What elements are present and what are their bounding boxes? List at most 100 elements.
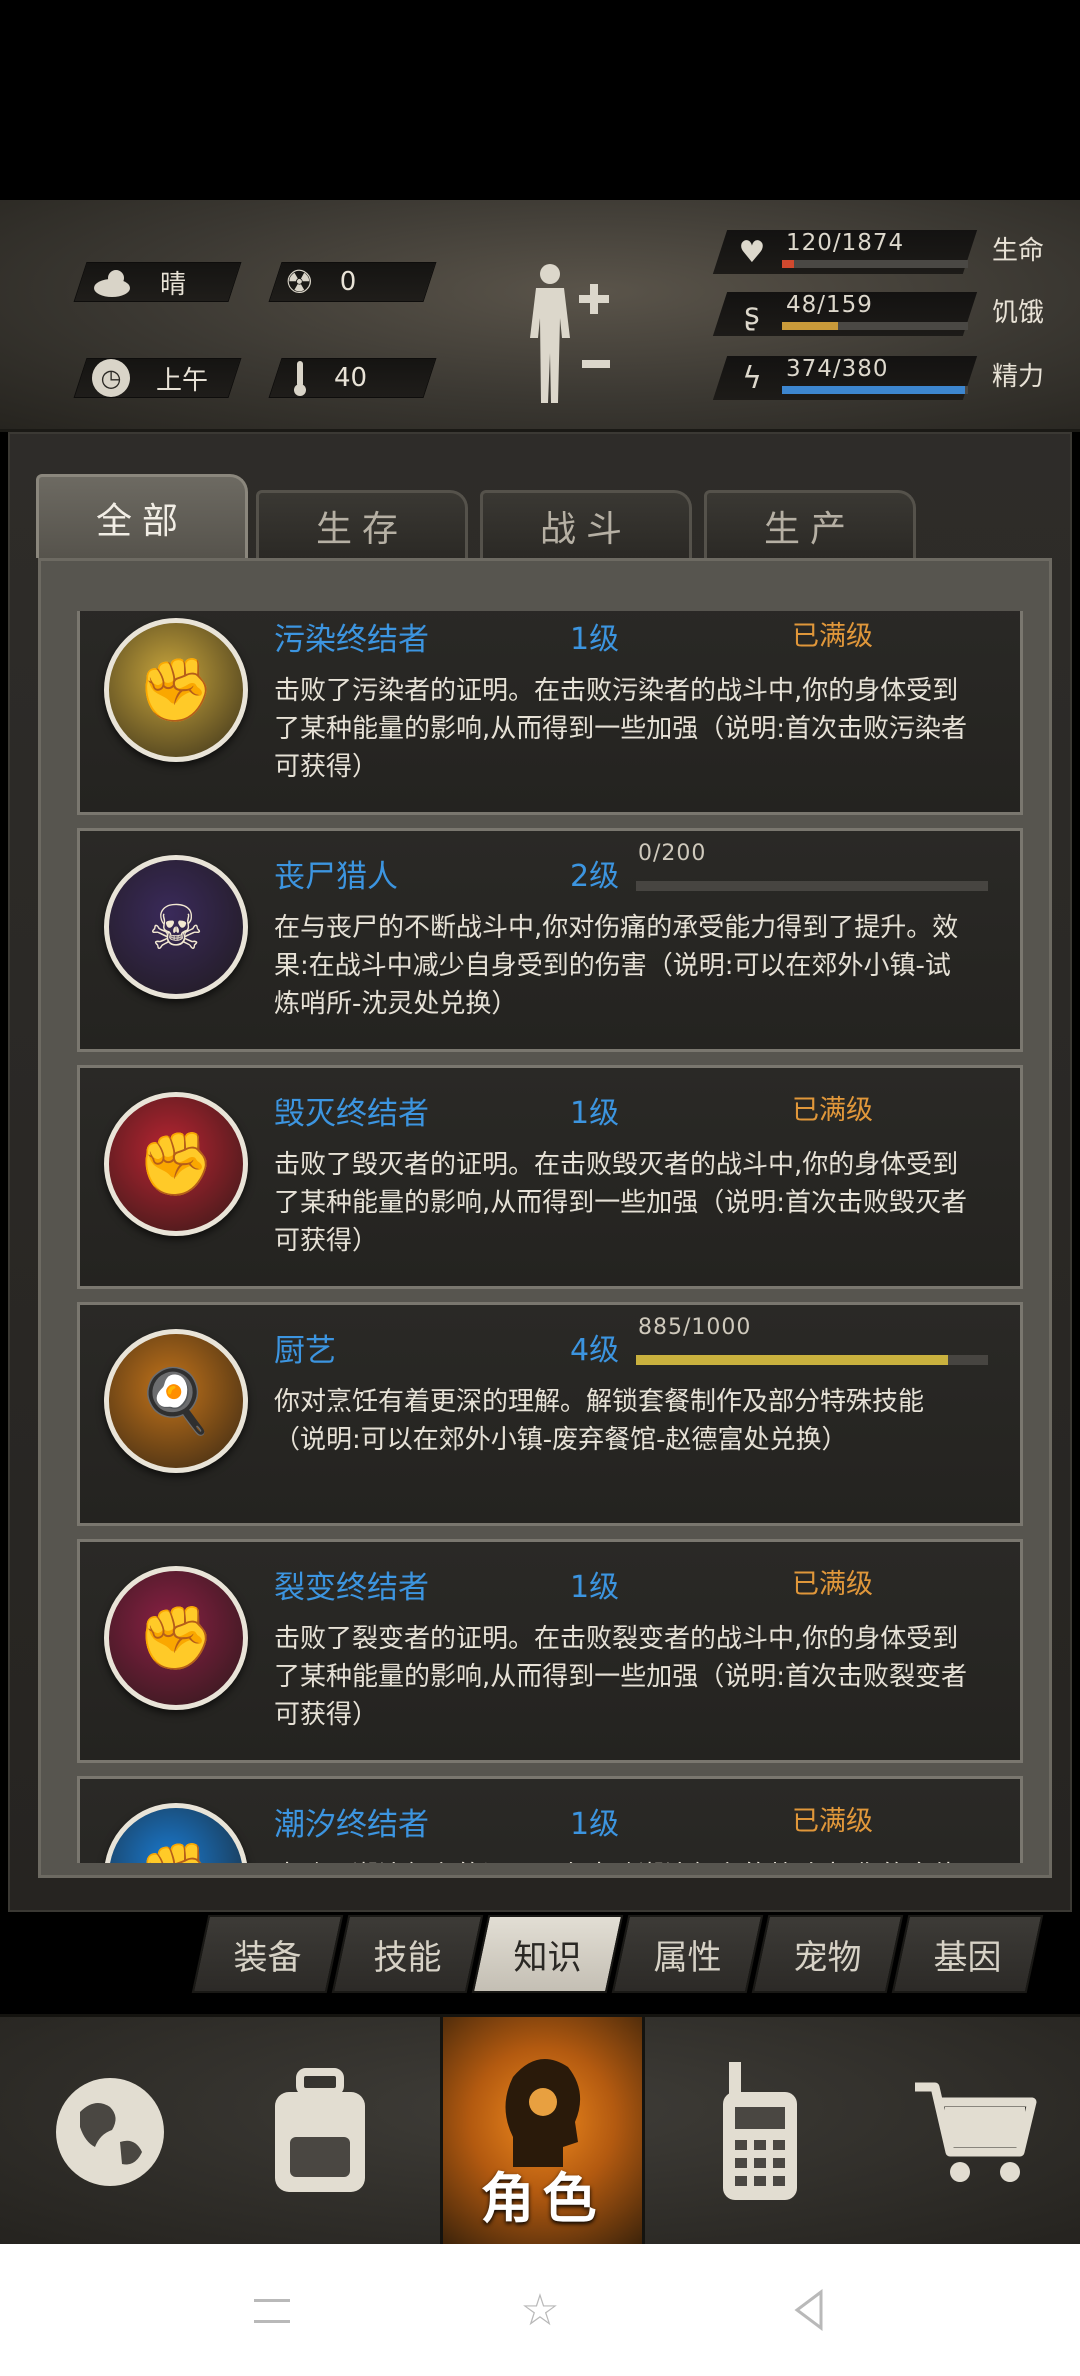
radiation-indicator: ☢ 0 [285, 262, 356, 302]
skill-progress-fill [636, 1355, 948, 1365]
skill-badge: 🍳 [104, 1329, 248, 1473]
weather-label: 晴 [160, 269, 187, 300]
temperature-value: 40 [334, 363, 368, 393]
cart-icon [915, 2082, 1037, 2182]
skill-description: 击败了裂变者的证明。在击败裂变者的战斗中,你的身体受到了某种能量的影响,从而得到… [274, 1624, 968, 1730]
knowledge-panel: 全部 生存 战斗 生产 ✊ 污染终结者 1级 已满级 击败了污染者的证明。在击败污染者的… [8, 432, 1072, 1912]
nav-character-label: 角色 [480, 2167, 605, 2230]
radiation-value: 0 [339, 267, 357, 297]
skill-progress-text: 885/1000 [638, 1315, 752, 1340]
skill-max-label: 已满级 [792, 1095, 873, 1126]
stomach-icon: ʂ [744, 296, 760, 332]
skill-progress-text: 0/200 [638, 841, 707, 866]
energy-bar-fill [782, 386, 966, 394]
skull-icon: ☠ [148, 890, 204, 964]
subtab-attributes[interactable]: 属性 [620, 1915, 755, 1993]
energy-label: 精力 [992, 362, 1045, 392]
skill-badge: ☠ [104, 855, 248, 999]
chef-icon: 🍳 [137, 1364, 215, 1437]
thermometer-icon [294, 361, 306, 396]
skill-card[interactable]: 🍳 厨艺 4级 885/1000 你对烹饪有着更深的理解。解锁套餐制作及部分特殊技能（说… [77, 1302, 1023, 1526]
skill-description: 击败了毁灭者的证明。在击败毁灭者的战斗中,你的身体受到了某种能量的影响,从而得到… [274, 1150, 968, 1256]
globe-icon [56, 2078, 164, 2186]
skill-badge: ✊ [104, 618, 248, 762]
energy-icon: ϟ [742, 360, 762, 396]
energy-bar [782, 386, 968, 394]
back-icon[interactable] [778, 2280, 838, 2340]
skill-level: 2级 [570, 859, 620, 894]
skill-badge: ✊ [104, 1803, 248, 1863]
skill-max-label: 已满级 [792, 621, 873, 652]
radio-icon [723, 2062, 797, 2200]
skill-max-label: 已满级 [792, 1569, 873, 1600]
skill-name: 毁灭终结者 [274, 1096, 429, 1132]
tab-all[interactable]: 全部 [36, 474, 248, 558]
skill-badge: ✊ [104, 1566, 248, 1710]
system-nav-bar: ☆ [0, 2244, 1080, 2376]
tab-combat[interactable]: 战斗 [480, 490, 692, 558]
cloud-sun-icon [94, 270, 130, 297]
hunger-value: 48/159 [786, 292, 873, 318]
subtab-pets[interactable]: 宠物 [760, 1915, 895, 1993]
skill-name: 裂变终结者 [274, 1570, 429, 1606]
bottom-nav: 角色 [0, 2014, 1080, 2247]
fist-icon: ✊ [137, 1601, 215, 1674]
stat-energy: ϟ 374/380 精力 [712, 356, 1060, 402]
skill-progress-bar [636, 1355, 988, 1365]
skill-card[interactable]: ✊ 潮汐终结者 1级 已满级击败了潮汐领主的证明。在击败潮汐领主的战斗中,你的身体 [77, 1776, 1023, 1863]
nav-shop-button[interactable] [870, 2017, 1080, 2247]
skill-description: 在与丧尸的不断战斗中,你对伤痛的承受能力得到了提升。效果:在战斗中减少自身受到的… [274, 913, 959, 1019]
health-value: 120/1874 [786, 230, 905, 256]
skill-card[interactable]: ✊ 污染终结者 1级 已满级 击败了污染者的证明。在击败污染者的战斗中,你的身体受到了某… [77, 611, 1023, 815]
skill-description: 你对烹饪有着更深的理解。解锁套餐制作及部分特殊技能（说明:可以在郊外小镇-废弃餐… [274, 1387, 925, 1455]
subtab-bar: 装备 技能 知识 属性 宠物 基因 [191, 1915, 1080, 1993]
tab-production[interactable]: 生产 [704, 490, 916, 558]
fist-icon: ✊ [137, 1838, 214, 1863]
hunger-bar [782, 322, 968, 330]
nav-radio-button[interactable] [655, 2017, 865, 2247]
skill-list-container: ✊ 污染终结者 1级 已满级 击败了污染者的证明。在击败污染者的战斗中,你的身体受到了某… [38, 558, 1052, 1878]
status-panel: 晴 ☢ 0 ◷ 上午 40 ♥ 120/1874 生命 ʂ 48/159 饥饿 … [0, 200, 1080, 432]
skill-card[interactable]: ☠ 丧尸猎人 2级 0/200 在与丧尸的不断战斗中,你对伤痛的承受能力得到了提升。效果… [77, 828, 1023, 1052]
skill-card[interactable]: ✊ 裂变终结者 1级 已满级击败了裂变者的证明。在击败裂变者的战斗中,你的身体受到了某… [77, 1539, 1023, 1763]
home-icon[interactable]: ☆ [510, 2280, 570, 2340]
temperature-indicator: 40 [292, 358, 367, 398]
subtab-knowledge[interactable]: 知识 [480, 1915, 615, 1993]
energy-value: 374/380 [786, 356, 889, 382]
skill-name: 丧尸猎人 [274, 859, 398, 895]
skill-progress-bar [636, 881, 988, 891]
nav-character-button[interactable]: 角色 [440, 2017, 645, 2247]
clock-icon: ◷ [92, 359, 130, 397]
heart-icon: ♥ [738, 234, 766, 270]
subtab-equipment[interactable]: 装备 [200, 1915, 335, 1993]
nav-world-button[interactable] [5, 2017, 215, 2247]
health-bar-fill [782, 260, 794, 268]
skill-level: 4级 [570, 1333, 620, 1368]
skill-list-viewport[interactable]: ✊ 污染终结者 1级 已满级 击败了污染者的证明。在击败污染者的战斗中,你的身体受到了某… [63, 611, 1023, 1863]
subtab-genes[interactable]: 基因 [900, 1915, 1035, 1993]
health-label: 生命 [992, 236, 1045, 266]
body-status-icon[interactable] [520, 258, 620, 408]
skill-name: 污染终结者 [274, 622, 429, 658]
skill-name: 厨艺 [274, 1333, 336, 1369]
nav-backpack-button[interactable] [215, 2017, 425, 2247]
backpack-icon [275, 2068, 365, 2192]
menu-icon[interactable] [242, 2280, 302, 2340]
time-indicator: ◷ 上午 [92, 358, 208, 398]
hunger-label: 饥饿 [992, 298, 1045, 328]
skill-max-label: 已满级 [792, 1806, 873, 1837]
skill-badge: ✊ [104, 1092, 248, 1236]
skill-card[interactable]: ✊ 毁灭终结者 1级 已满级击败了毁灭者的证明。在击败毁灭者的战斗中,你的身体受到了某… [77, 1065, 1023, 1289]
tab-survival[interactable]: 生存 [256, 490, 468, 558]
stat-health: ♥ 120/1874 生命 [712, 230, 1060, 276]
weather-indicator: 晴 [92, 262, 186, 302]
stat-hunger: ʂ 48/159 饥饿 [712, 292, 1060, 338]
skill-description: 击败了污染者的证明。在击败污染者的战斗中,你的身体受到了某种能量的影响,从而得到… [274, 676, 968, 782]
subtab-skills[interactable]: 技能 [340, 1915, 475, 1993]
skill-level: 1级 [570, 1807, 620, 1842]
skill-level: 1级 [570, 1570, 620, 1605]
health-bar [782, 260, 968, 268]
fist-icon: ✊ [137, 653, 215, 726]
skill-level: 1级 [570, 1096, 620, 1131]
top-black-area [0, 0, 1080, 200]
